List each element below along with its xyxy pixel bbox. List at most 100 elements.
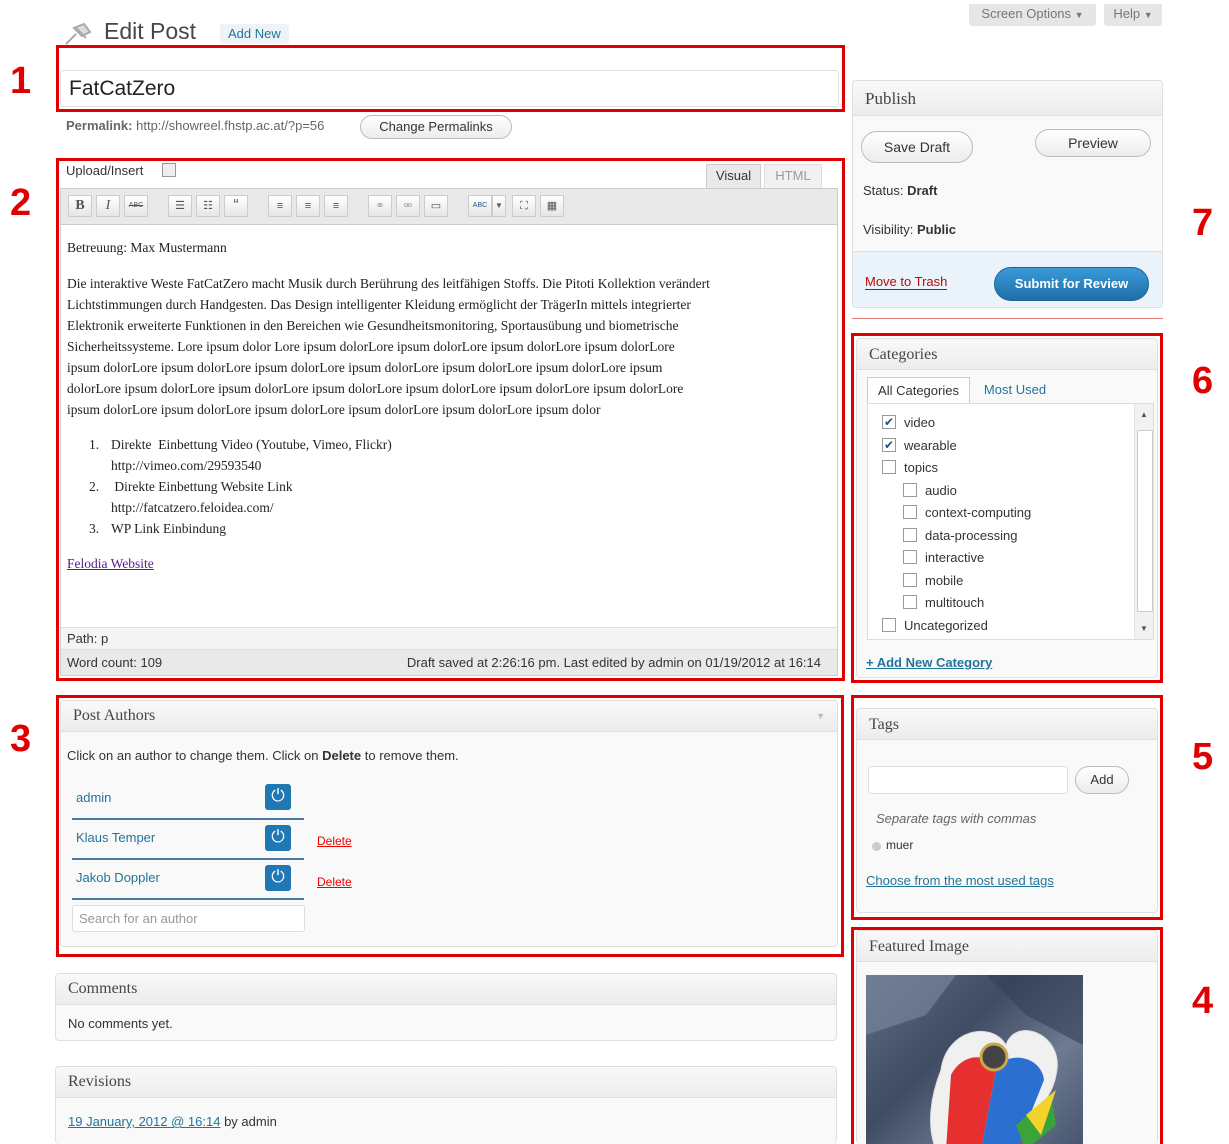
tag-item: muer: [886, 838, 914, 852]
add-tag-button[interactable]: Add: [1075, 766, 1129, 794]
italic-button[interactable]: I: [96, 195, 120, 217]
list-item-body: Direkte Einbettung Video (Youtube, Vimeo…: [111, 434, 392, 476]
add-new-category-link[interactable]: + Add New Category: [866, 655, 992, 670]
author-search-input[interactable]: Search for an author: [72, 905, 305, 932]
move-to-trash-link[interactable]: Move to Trash: [865, 274, 948, 290]
annotation-number-1: 1: [10, 60, 32, 102]
unlink-icon[interactable]: ⚮: [396, 195, 420, 217]
power-icon[interactable]: ⏻: [265, 784, 291, 810]
revisions-header[interactable]: [56, 1067, 836, 1098]
comments-header[interactable]: [56, 974, 836, 1005]
visibility-label: Visibility:: [863, 222, 914, 237]
category-checkbox[interactable]: [903, 527, 917, 542]
publish-divider: [852, 318, 1163, 319]
bold-button[interactable]: B: [68, 195, 92, 217]
save-draft-button[interactable]: Save Draft: [861, 131, 973, 163]
help-button[interactable]: Help ▼: [1104, 4, 1162, 26]
author-name[interactable]: Klaus Temper: [76, 830, 155, 845]
power-icon[interactable]: ⏻: [265, 825, 291, 851]
pin-icon: [62, 22, 96, 46]
word-count: Word count: 109: [67, 655, 163, 670]
content-paragraph-line: dolorLore ipsum dolorLore ipsum dolorLor…: [67, 381, 684, 396]
featured-image-thumbnail[interactable]: [866, 975, 1083, 1144]
more-tag-icon[interactable]: ▭: [424, 195, 448, 217]
category-checkbox[interactable]: [903, 595, 917, 609]
align-right-icon[interactable]: ≡: [324, 195, 348, 217]
authors-help-text: Click on an author to change them. Click…: [67, 748, 459, 763]
category-checkbox[interactable]: [903, 505, 917, 519]
editor-container: B I ABC ☰ ☷ “ ≡ ≡ ≡ ⚭ ⚮ ▭ ABC ▼ ⛶ ▦ Betr…: [60, 188, 838, 676]
comments-title: Comments: [68, 980, 138, 997]
content-line-betreuung: Betreuung: Max Mustermann: [67, 240, 227, 255]
publish-title: Publish: [865, 89, 917, 108]
power-icon[interactable]: ⏻: [265, 865, 291, 891]
permalink-url[interactable]: http://showreel.fhstp.ac.at/?p=56: [136, 118, 324, 133]
category-label: multitouch: [925, 595, 985, 610]
revisions-title: Revisions: [68, 1073, 132, 1090]
media-icon[interactable]: [162, 163, 176, 177]
tag-delete-icon[interactable]: [872, 842, 881, 851]
choose-most-used-tags-link[interactable]: Choose from the most used tags: [866, 873, 1054, 888]
delete-author-link[interactable]: Delete: [317, 875, 352, 889]
permalink-row: Permalink: http://showreel.fhstp.ac.at/?…: [66, 118, 324, 133]
category-checkbox[interactable]: [882, 460, 896, 474]
visibility-value: Public: [916, 222, 956, 237]
category-checkbox[interactable]: [903, 482, 917, 497]
felodia-website-link[interactable]: Felodia Website: [67, 553, 833, 574]
align-center-icon[interactable]: ≡: [296, 195, 320, 217]
scrollbar-thumb[interactable]: [1137, 430, 1153, 612]
bullet-list-icon[interactable]: ☰: [168, 195, 192, 217]
comments-text: No comments yet.: [68, 1016, 173, 1031]
kitchen-sink-icon[interactable]: ▦: [540, 195, 564, 217]
content-paragraph: Die interaktive Weste FatCatZero macht M…: [67, 273, 833, 420]
category-checkbox[interactable]: [882, 617, 896, 632]
fullscreen-icon[interactable]: ⛶: [512, 195, 536, 217]
link-icon[interactable]: ⚭: [368, 195, 392, 217]
categories-list: ▲ ▼ ✔ video ✔ wearable topics audio context-co…: [867, 403, 1154, 640]
editor-content[interactable]: Betreuung: Max Mustermann Die interaktiv…: [67, 237, 833, 574]
tab-all-categories[interactable]: All Categories: [867, 377, 970, 404]
align-left-icon[interactable]: ≡: [268, 195, 292, 217]
scroll-up-icon[interactable]: ▲: [1140, 410, 1148, 419]
authors-help-pre: Click on an author to change them. Click…: [67, 748, 323, 763]
category-label: wearable: [904, 437, 957, 453]
tab-visual[interactable]: Visual: [706, 164, 761, 189]
spellcheck-button[interactable]: ABC: [468, 195, 492, 217]
tab-html[interactable]: HTML: [764, 164, 822, 189]
dropdown-arrow-icon[interactable]: ▼: [492, 195, 506, 217]
category-checkbox[interactable]: [903, 550, 917, 564]
category-checkbox[interactable]: ✔: [882, 437, 896, 452]
delete-author-link[interactable]: Delete: [317, 834, 352, 848]
status-bar: Word count: 109 Draft saved at 2:26:16 p…: [61, 649, 837, 675]
category-label: video: [904, 415, 936, 430]
tag-input[interactable]: [868, 766, 1068, 794]
post-title-text: FatCatZero: [69, 77, 176, 100]
author-name[interactable]: admin: [76, 790, 111, 805]
post-authors-header[interactable]: [61, 701, 837, 732]
collapse-arrow-icon[interactable]: ▼: [816, 711, 825, 721]
annotation-number-4: 4: [1192, 980, 1214, 1022]
scrollbar-track[interactable]: ▲ ▼: [1134, 404, 1153, 639]
content-paragraph-line: ipsum dolorLore ipsum dolorLore ipsum do…: [67, 402, 601, 417]
tab-most-used[interactable]: Most Used: [974, 377, 1056, 404]
category-checkbox[interactable]: ✔: [882, 415, 896, 429]
category-label: context-computing: [925, 505, 1032, 520]
change-permalinks-button[interactable]: Change Permalinks: [360, 115, 512, 139]
scroll-down-icon[interactable]: ▼: [1140, 624, 1148, 633]
screen-options-button[interactable]: Screen Options ▼: [969, 4, 1096, 26]
preview-button[interactable]: Preview: [1035, 129, 1151, 157]
author-search-placeholder: Search for an author: [79, 911, 198, 926]
add-new-button[interactable]: Add New: [220, 24, 289, 44]
revision-link[interactable]: 19 January, 2012 @ 16:14: [68, 1114, 220, 1129]
strikethrough-button[interactable]: ABC: [124, 195, 148, 217]
author-name[interactable]: Jakob Doppler: [76, 870, 160, 885]
list-item-url: http://vimeo.com/29593540: [111, 458, 262, 473]
tags-header[interactable]: [857, 709, 1157, 740]
category-checkbox[interactable]: [903, 572, 917, 587]
blockquote-button[interactable]: “: [224, 195, 248, 217]
editor-toolbar: B I ABC ☰ ☷ “ ≡ ≡ ≡ ⚭ ⚮ ▭ ABC ▼ ⛶ ▦: [61, 189, 837, 225]
numbered-list-icon[interactable]: ☷: [196, 195, 220, 217]
upload-insert-label[interactable]: Upload/Insert: [66, 163, 143, 178]
submit-for-review-button[interactable]: Submit for Review: [994, 267, 1149, 301]
post-title-input[interactable]: FatCatZero: [60, 70, 839, 107]
